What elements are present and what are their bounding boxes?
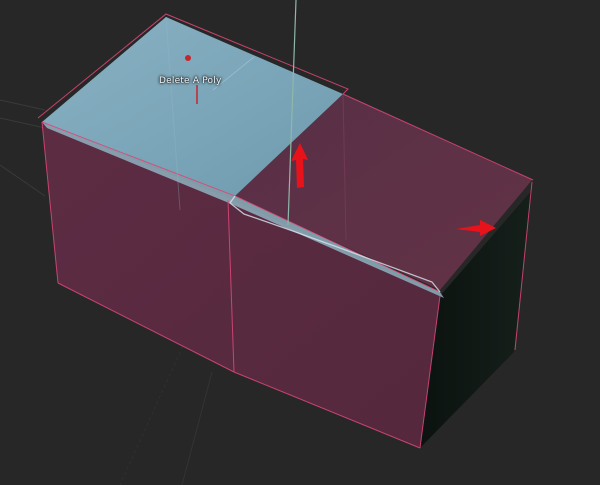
viewport-canvas[interactable] <box>0 0 600 485</box>
tool-tooltip: Delete A Poly <box>159 76 222 86</box>
pivot-point-icon[interactable] <box>185 55 191 61</box>
3d-viewport[interactable]: Delete A Poly <box>0 0 600 485</box>
